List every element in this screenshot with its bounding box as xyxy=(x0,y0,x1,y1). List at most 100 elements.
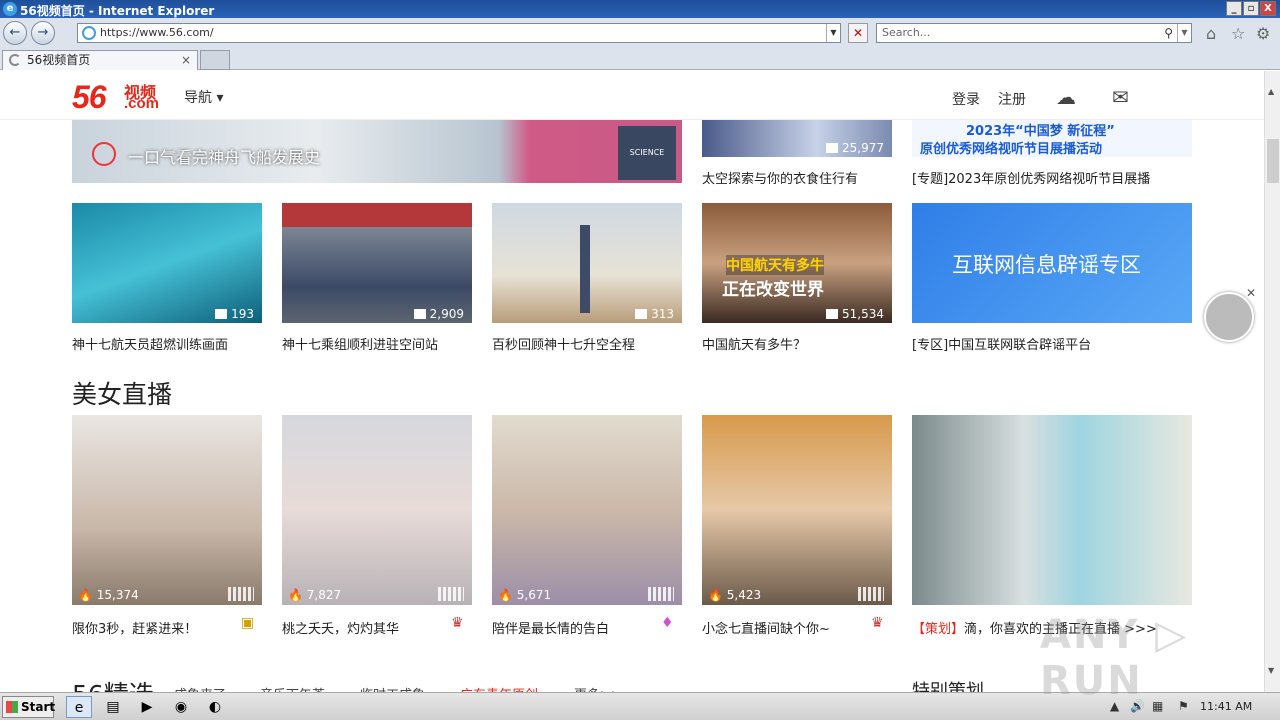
mail-icon[interactable]: ✉ xyxy=(1112,85,1129,109)
forward-icon[interactable]: → xyxy=(31,21,55,45)
featured-link[interactable]: 音乐下午茶 xyxy=(260,684,325,692)
page-ie-icon xyxy=(82,26,96,40)
play-count: 193 xyxy=(215,307,254,321)
live-thumb[interactable]: 🔥 5,423 xyxy=(702,415,892,605)
start-button[interactable]: Start xyxy=(2,696,56,718)
home-icon[interactable]: ⌂ xyxy=(1206,24,1216,43)
viewer-count: 🔥 7,827 xyxy=(288,588,342,602)
explorer-folder-icon[interactable]: ▤ xyxy=(100,696,126,718)
live-promo-image[interactable] xyxy=(912,415,1192,605)
thumb-overlay-line1: 中国航天有多牛 xyxy=(726,255,824,275)
tab-bar: 56视频首页 × xyxy=(0,48,1280,70)
banner-video-card[interactable]: 一口气看完神舟飞船发展史 SCIENCE FACTS xyxy=(72,120,682,183)
nav-menu[interactable]: 导航 ▾ xyxy=(184,87,223,107)
featured-link[interactable]: 临时工成象 xyxy=(360,684,425,692)
window-title: 56视频首页 - Internet Explorer xyxy=(20,4,215,18)
play-circle-icon xyxy=(92,142,116,166)
ie-taskbar-icon[interactable]: e xyxy=(66,696,92,718)
topic-banner-line1: 2023年“中国梦 新征程” xyxy=(966,124,1115,139)
close-button[interactable]: X xyxy=(1260,1,1276,16)
play-count: 2,909 xyxy=(413,307,464,321)
live-thumb[interactable]: 🔥 7,827 xyxy=(282,415,472,605)
topic-banner-line2: 原创优秀网络视听节目展播活动 xyxy=(920,142,1103,157)
topic-banner[interactable]: 2023年“中国梦 新征程” 原创优秀网络视听节目展播活动 xyxy=(912,120,1192,157)
tab-close-icon[interactable]: × xyxy=(181,51,191,69)
rumor-caption[interactable]: [专区]中国互联网联合辟谣平台 xyxy=(912,334,1091,353)
equalizer-icon xyxy=(648,587,674,601)
video-caption[interactable]: 太空探索与你的衣食住行有 xyxy=(702,168,858,187)
address-text: https://www.56.com/ xyxy=(100,26,214,39)
video-thumb-crew[interactable]: 2,909 xyxy=(282,203,472,323)
site-logo[interactable]: 56 视频 .com xyxy=(72,79,159,116)
rumor-zone-title: 互联网信息辟谣专区 xyxy=(952,253,1141,277)
diamond-badge-icon: ♦ xyxy=(661,615,674,631)
live-section-title[interactable]: 美女直播 xyxy=(72,375,172,411)
level-badge-icon: ▣ xyxy=(241,615,255,631)
play-count: 51,534 xyxy=(826,307,884,321)
live-caption[interactable]: 限你3秒，赶紧进来！ xyxy=(72,618,197,637)
rumor-zone-banner[interactable]: 互联网信息辟谣专区 xyxy=(912,203,1192,323)
register-link[interactable]: 注册 xyxy=(998,89,1026,109)
logo-number: 56 xyxy=(72,79,107,115)
crown-badge-icon: ♛ xyxy=(871,615,884,631)
search-placeholder: Search... xyxy=(882,26,931,39)
windows-logo-icon xyxy=(6,701,18,713)
video-card[interactable]: 25,977 xyxy=(702,120,892,157)
favorites-star-icon[interactable]: ☆ xyxy=(1231,24,1245,43)
more-link[interactable]: 更多>> xyxy=(574,684,622,692)
topic-caption[interactable]: [专题]2023年原创优秀网络视听节目展播 xyxy=(912,168,1150,187)
floating-close-icon[interactable]: ✕ xyxy=(1246,286,1256,300)
video-caption[interactable]: 百秒回顾神十七升空全程 xyxy=(492,334,635,353)
equalizer-icon xyxy=(228,587,254,601)
video-caption[interactable]: 中国航天有多牛？ xyxy=(702,334,806,353)
login-link[interactable]: 登录 xyxy=(952,89,980,109)
back-icon[interactable]: ← xyxy=(3,21,27,45)
viewer-count: 🔥 5,423 xyxy=(708,588,762,602)
equalizer-icon xyxy=(858,587,884,601)
live-thumb[interactable]: 🔥 15,374 xyxy=(72,415,262,605)
maximize-button[interactable]: ▫ xyxy=(1243,1,1259,16)
address-dropdown-icon[interactable]: ▼ xyxy=(826,24,840,42)
upload-cloud-icon[interactable]: ☁ xyxy=(1056,85,1076,109)
vertical-scrollbar[interactable]: ▲ ▼ xyxy=(1264,71,1280,692)
minimize-button[interactable]: _ xyxy=(1226,1,1242,16)
video-caption[interactable]: 神十七航天员超燃训练画面 xyxy=(72,334,228,353)
featured-link[interactable]: 成象来了 xyxy=(174,684,226,692)
crown-badge-icon: ♛ xyxy=(451,615,464,631)
search-dropdown-icon[interactable]: ▼ xyxy=(1177,24,1191,42)
edge-icon[interactable]: ◐ xyxy=(202,696,228,718)
tab-56-home[interactable]: 56视频首页 × xyxy=(2,50,198,70)
search-input[interactable]: Search... ⚲ ▼ xyxy=(876,23,1192,43)
chrome-icon[interactable]: ◉ xyxy=(168,696,194,718)
site-header: 56 视频 .com 导航 ▾ 登录 注册 ☁ ✉ xyxy=(0,71,1264,120)
address-bar[interactable]: https://www.56.com/ ▼ xyxy=(77,23,841,43)
live-thumb[interactable]: 🔥 5,671 xyxy=(492,415,682,605)
play-count: 313 xyxy=(635,307,674,321)
tools-gear-icon[interactable]: ⚙ xyxy=(1256,24,1270,43)
live-caption[interactable]: 桃之夭夭，灼灼其华 xyxy=(282,618,399,637)
logo-domain: .com xyxy=(124,95,160,112)
media-player-icon[interactable]: ▶ xyxy=(134,696,160,718)
start-label: Start xyxy=(21,700,56,714)
video-thumb-launch[interactable]: 313 xyxy=(492,203,682,323)
live-caption[interactable]: 陪伴是最长情的告白 xyxy=(492,618,609,637)
loading-icon xyxy=(9,54,21,66)
ie-icon: e xyxy=(3,2,17,16)
featured-section-title[interactable]: 56精选 xyxy=(72,675,154,692)
video-thumb-space-power[interactable]: 中国航天有多牛 正在改变世界 51,534 xyxy=(702,203,892,323)
scrollbar-thumb[interactable] xyxy=(1267,139,1279,183)
scroll-up-icon[interactable]: ▲ xyxy=(1268,87,1274,96)
live-caption[interactable]: 小念七直播间缺个你~ xyxy=(702,618,830,637)
stop-icon[interactable]: ✕ xyxy=(848,23,868,43)
search-icon[interactable]: ⚲ xyxy=(1164,24,1173,42)
play-count: 25,977 xyxy=(826,141,884,155)
special-title[interactable]: 特别策划 xyxy=(912,677,984,692)
rocket-shape xyxy=(580,225,590,313)
video-caption[interactable]: 神十七乘组顺利进驻空间站 xyxy=(282,334,438,353)
featured-link[interactable]: 广东青年原创 xyxy=(460,684,538,692)
tab-title: 56视频首页 xyxy=(27,53,91,67)
video-thumb-training[interactable]: 193 xyxy=(72,203,262,323)
new-tab-button[interactable] xyxy=(200,50,230,70)
anyrun-watermark: ANY ▷ RUN xyxy=(1040,612,1189,704)
title-bar: e 56视频首页 - Internet Explorer _ ▫ X xyxy=(0,0,1280,18)
